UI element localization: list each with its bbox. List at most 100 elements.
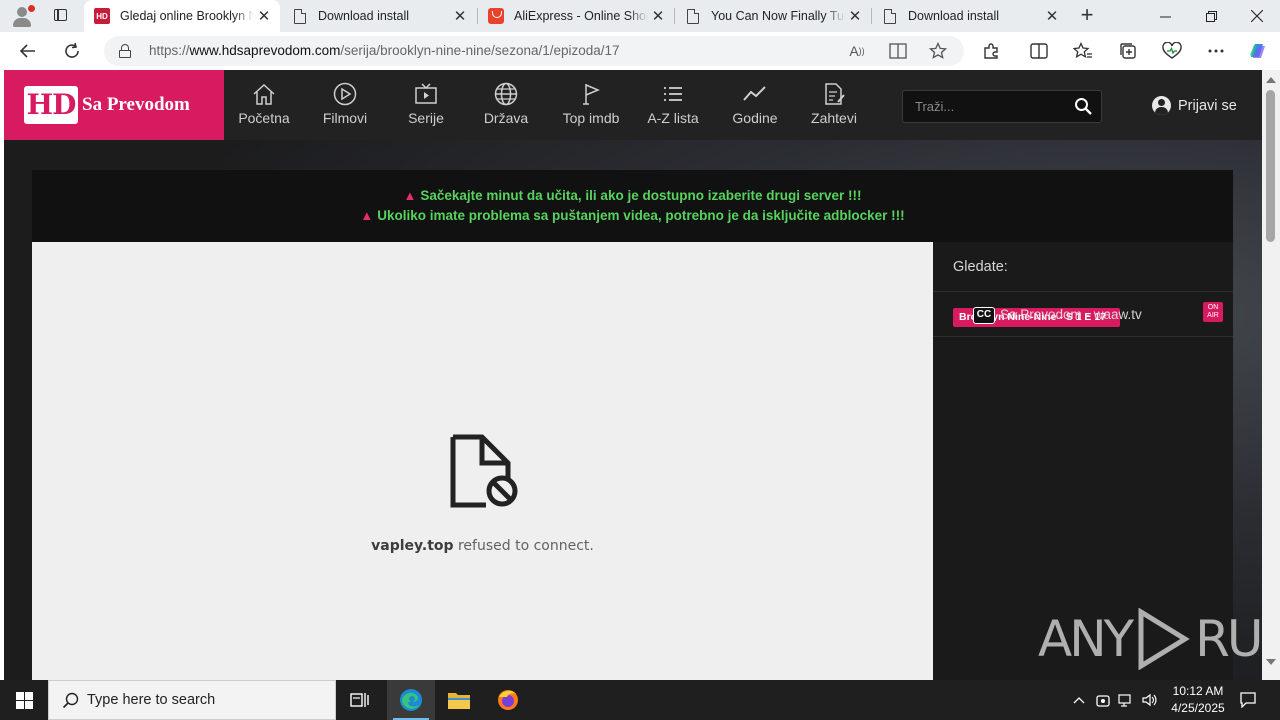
login-label: Prijavi se bbox=[1178, 97, 1237, 114]
page-scrollbar[interactable] bbox=[1262, 70, 1280, 680]
copilot-icon[interactable] bbox=[1246, 39, 1270, 63]
site-search bbox=[902, 90, 1102, 123]
hd-sa-prevodom-icon: HD bbox=[94, 8, 110, 24]
play-triangle-icon bbox=[1138, 608, 1190, 670]
start-button[interactable] bbox=[0, 680, 48, 720]
new-tab-button[interactable]: + bbox=[1076, 4, 1098, 28]
video-player-frame[interactable]: vapley.top refused to connect. bbox=[32, 242, 933, 680]
read-aloud-icon[interactable]: A)) bbox=[846, 40, 868, 62]
close-tab-icon[interactable]: ✕ bbox=[1042, 7, 1062, 25]
minimize-button[interactable] bbox=[1142, 0, 1188, 32]
search-icon[interactable] bbox=[1074, 97, 1093, 116]
tab-actions-icon[interactable] bbox=[46, 6, 74, 26]
task-view-icon bbox=[350, 693, 369, 707]
restore-button[interactable] bbox=[1188, 0, 1234, 32]
folder-icon bbox=[448, 693, 470, 709]
tv-icon bbox=[415, 83, 437, 104]
refresh-button[interactable] bbox=[60, 39, 84, 63]
notifications-icon[interactable] bbox=[1236, 680, 1260, 720]
nav-label: Top imdb bbox=[562, 110, 620, 126]
edge-icon bbox=[400, 689, 422, 711]
notice-line-2: ▲ Ukoliko imate problema sa puštanjem vid… bbox=[360, 208, 905, 223]
edge-taskbar-app[interactable] bbox=[387, 680, 435, 720]
scrollbar-thumb[interactable] bbox=[1266, 90, 1275, 242]
nav-label: Serije bbox=[408, 110, 444, 126]
tab-title: Gledaj online Brooklyn Nine-Nine bbox=[120, 9, 254, 23]
windows-logo-icon bbox=[15, 691, 33, 709]
file-edit-icon bbox=[825, 83, 845, 105]
scroll-up-arrow-icon[interactable] bbox=[1266, 77, 1276, 83]
aliexpress-icon bbox=[488, 8, 504, 24]
lock-icon[interactable] bbox=[119, 44, 131, 58]
tab-title: You Can Now Finally Turn bbox=[711, 9, 845, 23]
page-left-edge bbox=[0, 70, 4, 680]
search-icon bbox=[62, 692, 79, 709]
close-tab-icon[interactable]: ✕ bbox=[450, 7, 470, 25]
show-hidden-icons-chevron-icon[interactable] bbox=[1068, 680, 1090, 720]
trend-icon bbox=[743, 86, 766, 101]
extensions-icon[interactable] bbox=[979, 39, 1003, 63]
collections-icon[interactable] bbox=[1116, 39, 1140, 63]
back-button[interactable] bbox=[16, 39, 40, 63]
favorite-star-icon[interactable] bbox=[927, 40, 949, 62]
anyrun-watermark: ANY RUN bbox=[1038, 608, 1262, 670]
tab-aliexpress[interactable]: AliExpress - Online Shopping ✕ bbox=[478, 0, 674, 32]
logo-hd: HD bbox=[24, 86, 78, 124]
search-input[interactable] bbox=[903, 91, 1073, 122]
security-tray-icon[interactable] bbox=[1092, 680, 1114, 720]
clock-time: 10:12 AM bbox=[1172, 684, 1224, 698]
closed-captions-icon: CC bbox=[973, 307, 995, 324]
notice-line-1: ▲ Sačekajte minut da učita, ili ako je do… bbox=[403, 188, 862, 203]
flag-icon bbox=[583, 84, 600, 105]
volume-icon[interactable] bbox=[1139, 680, 1161, 720]
nav-label: Početna bbox=[238, 110, 290, 126]
login-button[interactable]: Prijavi se bbox=[1152, 96, 1237, 115]
nav-az-lista[interactable]: A-Z lista bbox=[644, 70, 702, 140]
tab-title: AliExpress - Online Shopping bbox=[514, 9, 648, 23]
system-clock[interactable]: 10:12 AM 4/25/2025 bbox=[1160, 683, 1236, 717]
nav-zahtevi[interactable]: Zahtevi bbox=[805, 70, 863, 140]
taskbar-search-placeholder: Type here to search bbox=[87, 692, 216, 708]
warning-icon: ▲ bbox=[403, 188, 417, 203]
server-name: Sa Prevodom - waaw.tv bbox=[1000, 307, 1142, 322]
address-bar[interactable]: https://www.hdsaprevodom.com/serija/broo… bbox=[104, 36, 964, 66]
site-logo[interactable]: HD Sa Prevodom bbox=[4, 70, 224, 140]
nav-serije[interactable]: Serije bbox=[398, 70, 454, 140]
nav-filmovi[interactable]: Filmovi bbox=[317, 70, 373, 140]
browser-essentials-icon[interactable] bbox=[1160, 39, 1184, 63]
task-view-button[interactable] bbox=[336, 680, 384, 720]
split-screen-icon[interactable] bbox=[1027, 39, 1051, 63]
document-icon bbox=[685, 8, 701, 24]
close-tab-icon[interactable]: ✕ bbox=[845, 7, 865, 25]
nav-top-imdb[interactable]: Top imdb bbox=[559, 70, 623, 140]
nav-pocetna[interactable]: Početna bbox=[236, 70, 292, 140]
tab-hdsaprevodom[interactable]: HD Gledaj online Brooklyn Nine-Nine ✕ bbox=[84, 0, 280, 32]
divider bbox=[933, 291, 1233, 292]
nav-label: Država bbox=[483, 110, 529, 126]
favorites-icon[interactable] bbox=[1071, 39, 1095, 63]
nav-drzava[interactable]: Država bbox=[478, 70, 534, 140]
tab-download-install-2[interactable]: Download install ✕ bbox=[872, 0, 1068, 32]
network-icon[interactable] bbox=[1115, 680, 1137, 720]
profile-avatar-icon[interactable] bbox=[8, 4, 36, 28]
close-tab-icon[interactable]: ✕ bbox=[648, 7, 668, 25]
user-icon bbox=[1152, 96, 1171, 115]
divider bbox=[933, 336, 1233, 337]
tab-you-can-now[interactable]: You Can Now Finally Turn ✕ bbox=[675, 0, 871, 32]
more-menu-icon[interactable] bbox=[1204, 39, 1228, 63]
close-window-button[interactable] bbox=[1234, 0, 1280, 32]
nav-label: Godine bbox=[732, 110, 778, 126]
firefox-taskbar-app[interactable] bbox=[484, 680, 532, 720]
blocked-document-icon bbox=[450, 434, 518, 508]
tab-title: Download install bbox=[908, 9, 1000, 23]
file-explorer-taskbar-app[interactable] bbox=[435, 680, 483, 720]
immersive-reader-icon[interactable] bbox=[887, 40, 909, 62]
taskbar-search[interactable]: Type here to search bbox=[48, 680, 336, 720]
scroll-down-arrow-icon[interactable] bbox=[1266, 659, 1276, 665]
globe-icon bbox=[494, 82, 518, 106]
close-tab-icon[interactable]: ✕ bbox=[254, 7, 274, 25]
nav-godine[interactable]: Godine bbox=[727, 70, 783, 140]
tab-download-install-1[interactable]: Download install ✕ bbox=[282, 0, 476, 32]
server-option[interactable]: Brooklyn Nine-Nine - S 1 E 17 CC Sa Prev… bbox=[953, 302, 1223, 329]
url-text[interactable]: https://www.hdsaprevodom.com/serija/broo… bbox=[149, 43, 620, 58]
